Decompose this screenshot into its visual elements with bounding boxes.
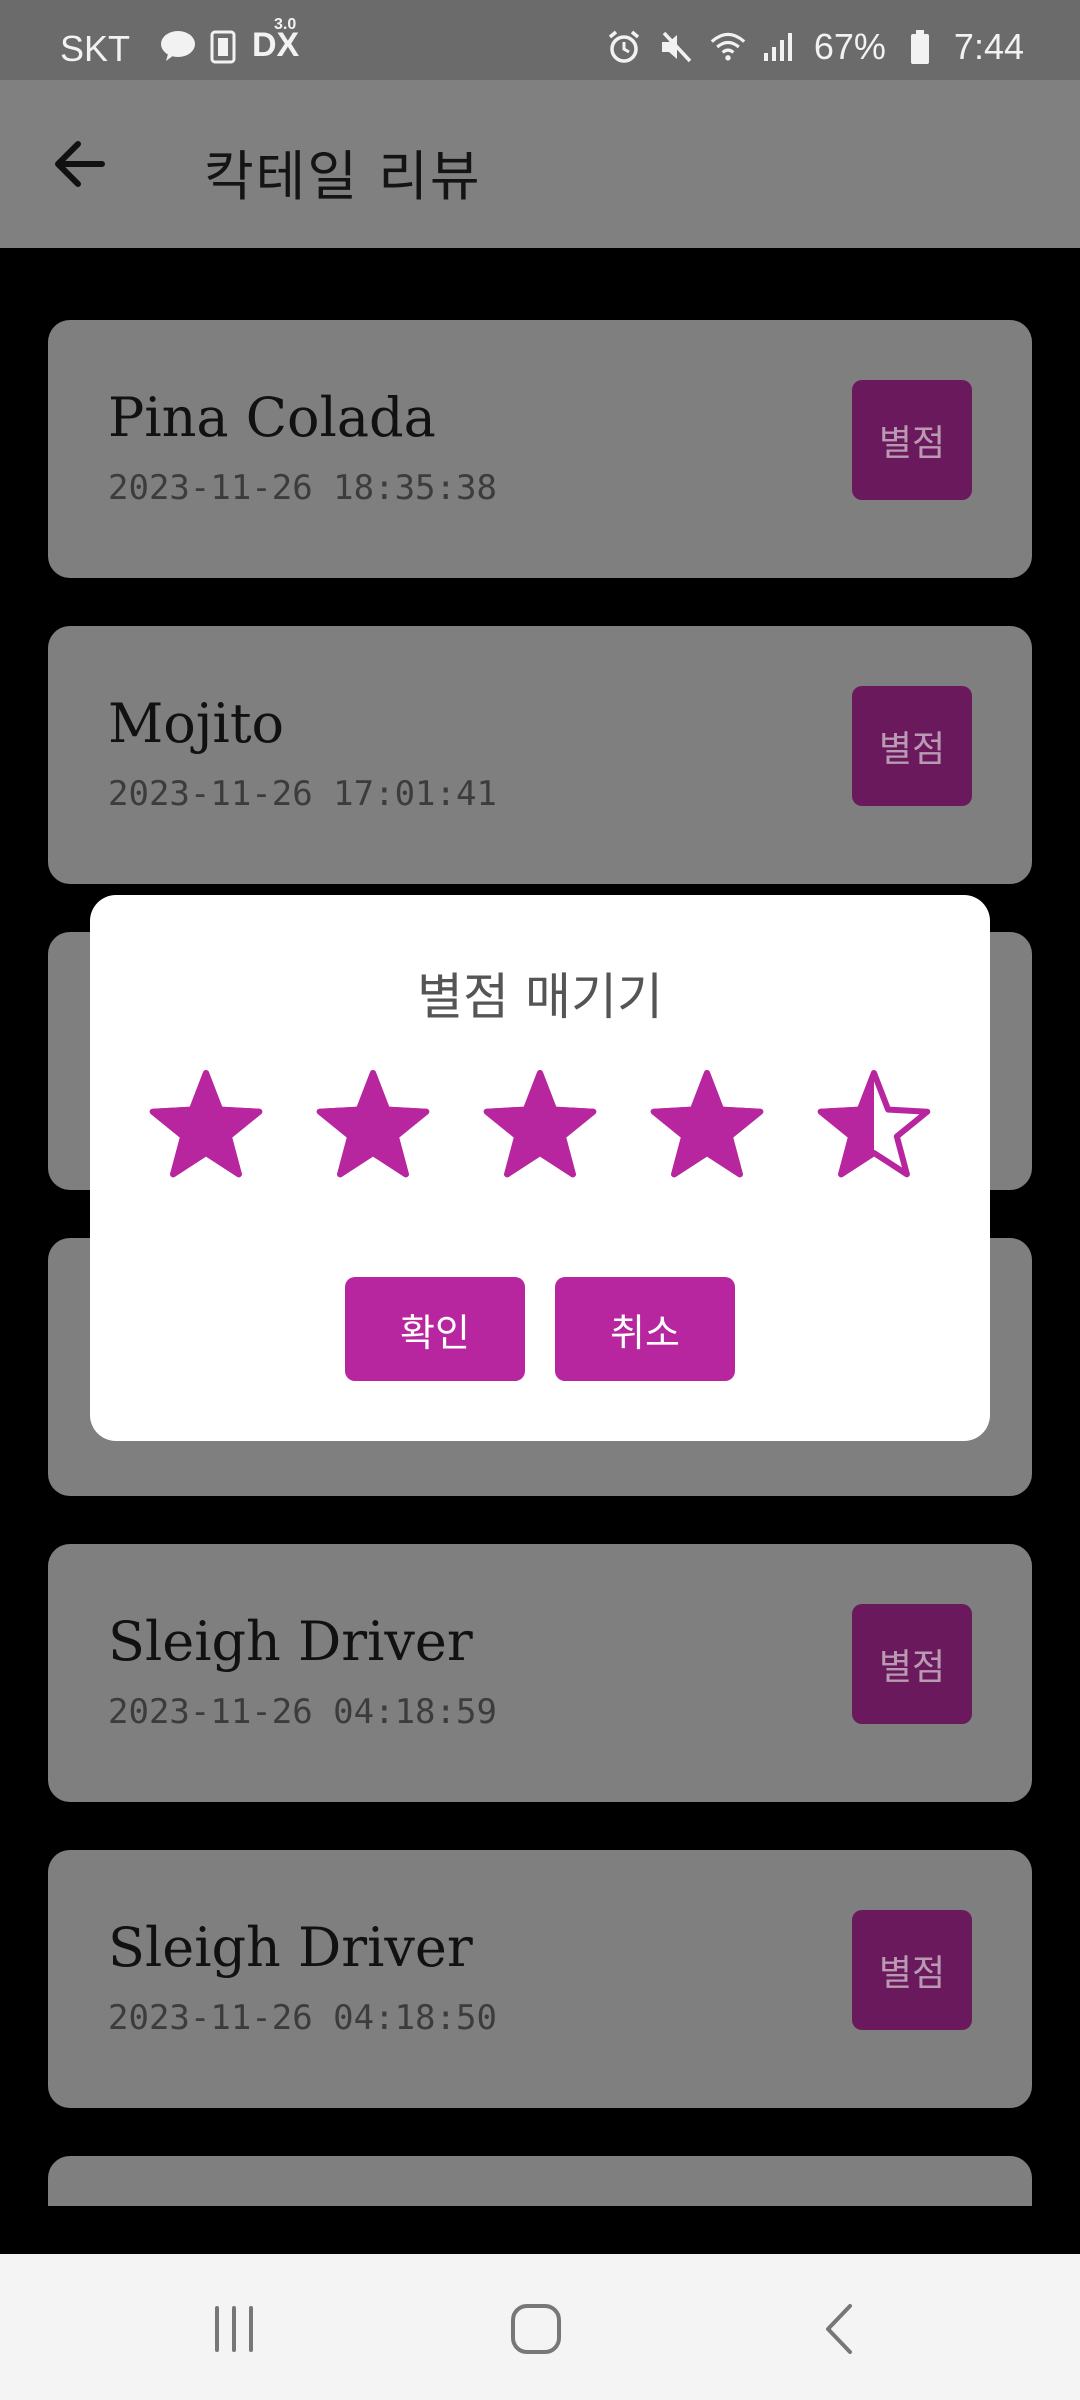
alarm-icon <box>608 30 639 63</box>
status-bar: SKT DX 3.0 67% 7:44 <box>0 0 1080 80</box>
star-filled-icon[interactable] <box>480 1065 600 1185</box>
review-date: 2023-11-26 04:18:50 <box>108 1998 497 2038</box>
list-item[interactable]: Sleigh Driver 2023-11-26 04:18:50 별점 <box>48 1850 1032 2108</box>
chevron-left-icon <box>826 2304 852 2354</box>
home-icon <box>511 2304 561 2354</box>
dx-badge: 3.0 <box>274 16 297 33</box>
page-title: 칵테일 리뷰 <box>204 145 482 208</box>
star-rating-bar[interactable] <box>146 1065 934 1185</box>
arrow-back-icon <box>55 141 105 187</box>
star-filled-icon[interactable] <box>313 1065 433 1185</box>
dialog-title: 별점 매기기 <box>417 968 663 1026</box>
star-half-icon[interactable] <box>814 1065 934 1185</box>
list-item[interactable]: Sleigh Driver 2023-11-26 04:18:59 별점 <box>48 1544 1032 1802</box>
signal-icon <box>763 33 792 61</box>
app-bar: 칵테일 리뷰 <box>0 80 1080 248</box>
dx-icon: DX 3.0 <box>252 16 299 65</box>
list-item[interactable]: Mojito 2023-11-26 17:01:41 별점 <box>48 626 1032 884</box>
rate-button[interactable]: 별점 <box>852 1604 972 1724</box>
cocktail-name: Sleigh Driver <box>108 1610 473 1673</box>
back-nav-button[interactable] <box>800 2294 880 2364</box>
recents-icon <box>215 2306 253 2352</box>
rate-button[interactable]: 별점 <box>852 1910 972 2030</box>
cocktail-name: Pina Colada <box>108 386 436 449</box>
rating-dialog: 별점 매기기 확인 취소 <box>90 895 990 1441</box>
home-button[interactable] <box>496 2294 576 2364</box>
rate-button[interactable]: 별점 <box>852 686 972 806</box>
review-date: 2023-11-26 17:01:41 <box>108 774 497 814</box>
review-date: 2023-11-26 04:18:59 <box>108 1692 497 1732</box>
clock: 7:44 <box>953 26 1024 67</box>
navigation-bar <box>0 2254 1080 2400</box>
battery-percent: 67% <box>813 26 886 67</box>
talk-icon <box>161 30 195 61</box>
review-date: 2023-11-26 18:35:38 <box>108 468 497 508</box>
back-button[interactable] <box>40 124 120 204</box>
star-filled-icon[interactable] <box>146 1065 266 1185</box>
mute-icon <box>661 31 692 63</box>
confirm-button[interactable]: 확인 <box>345 1277 525 1381</box>
list-item[interactable]: Pina Colada 2023-11-26 18:35:38 별점 <box>48 320 1032 578</box>
carrier-label: SKT <box>60 28 131 69</box>
battery-icon <box>910 30 929 64</box>
wifi-icon <box>710 32 746 61</box>
cocktail-name: Mojito <box>108 692 285 755</box>
star-filled-icon[interactable] <box>647 1065 767 1185</box>
cancel-button[interactable]: 취소 <box>555 1277 735 1381</box>
cocktail-name: Sleigh Driver <box>108 1916 473 1979</box>
list-item[interactable] <box>48 2156 1032 2206</box>
recents-button[interactable] <box>194 2294 274 2364</box>
rate-button[interactable]: 별점 <box>852 380 972 500</box>
sim-icon <box>210 30 236 63</box>
